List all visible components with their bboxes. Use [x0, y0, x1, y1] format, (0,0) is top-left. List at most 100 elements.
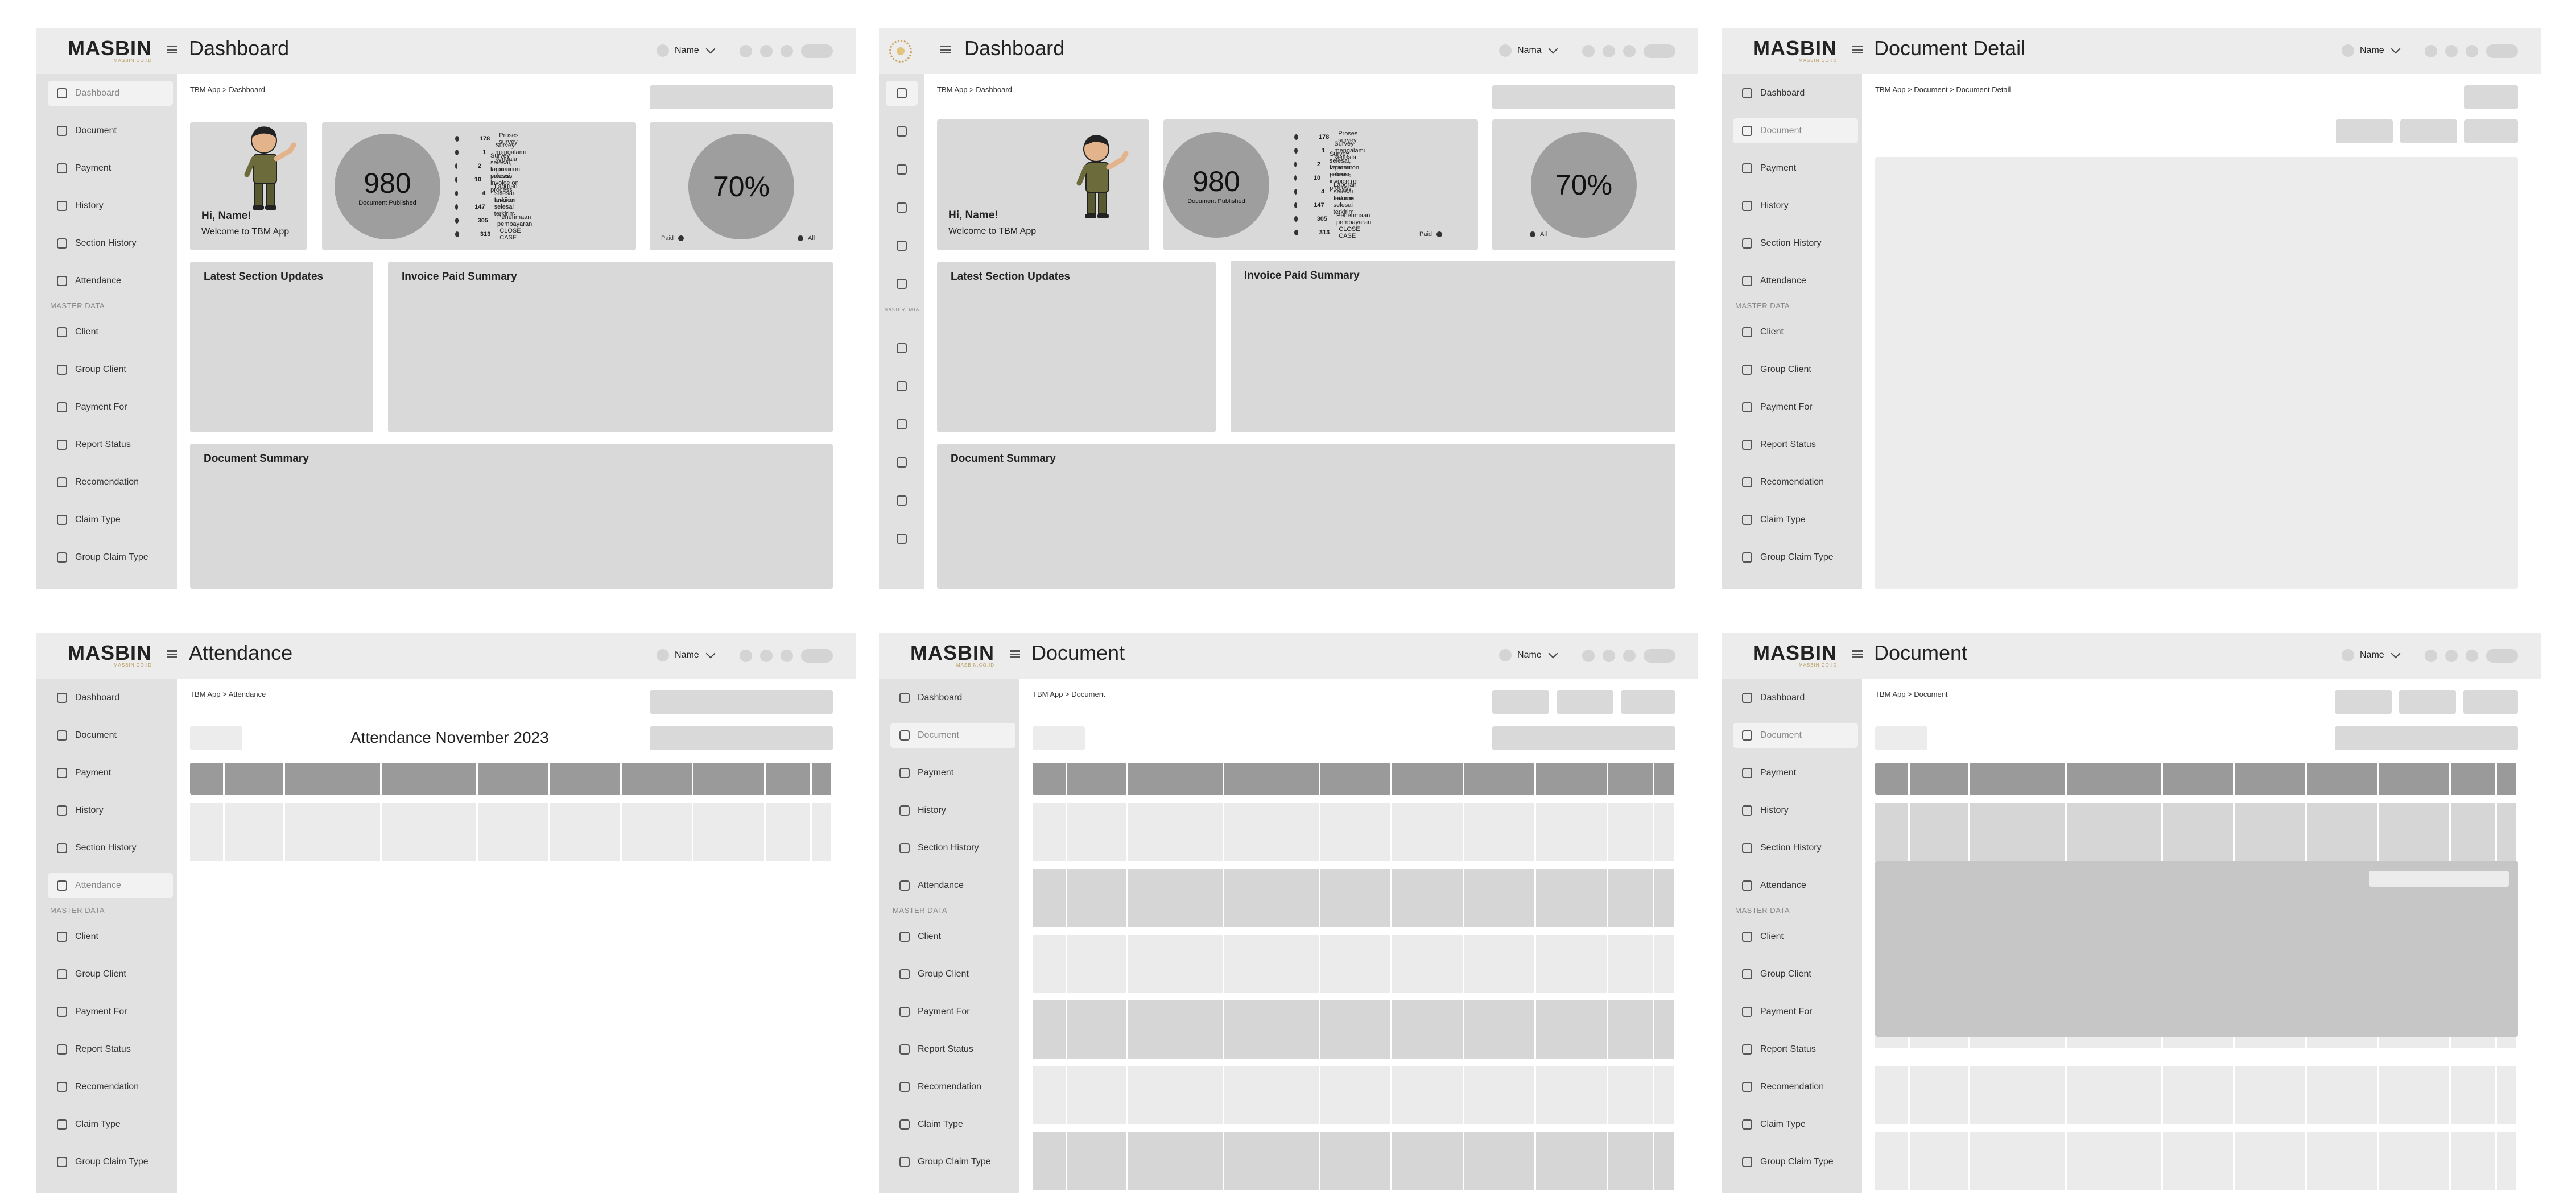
brand-logo[interactable]: MASBIN MASBIN.CO.ID	[68, 36, 152, 63]
sidebar-item-section-history[interactable]: Section History	[48, 231, 173, 256]
settings-icon[interactable]	[2466, 45, 2478, 57]
table-row[interactable]	[1875, 1132, 2518, 1190]
sidebar-item-claim-type[interactable]: Claim Type	[48, 1112, 173, 1137]
sidebar-item-report-status[interactable]: Report Status	[1733, 1037, 1858, 1062]
sidebar-item-document[interactable]	[886, 119, 918, 144]
sidebar-item-claim-type[interactable]: Claim Type	[1733, 1112, 1858, 1137]
sidebar-item-history[interactable]: History	[890, 798, 1015, 823]
sidebar-item-group-client[interactable]: Group Client	[48, 357, 173, 382]
sidebar-item-section-history[interactable]	[886, 233, 918, 258]
sidebar-item-payment[interactable]: Payment	[48, 760, 173, 785]
message-icon[interactable]	[760, 650, 773, 662]
action-button[interactable]	[2399, 690, 2456, 714]
brand-logo[interactable]: MASBIN MASBIN.CO.ID	[1753, 36, 1837, 63]
table-row[interactable]	[1875, 803, 2518, 861]
sidebar-item-group-claim-type[interactable]: Group Claim Type	[48, 1150, 173, 1175]
sidebar-item-payment-for[interactable]: Payment For	[1733, 395, 1858, 420]
table-row[interactable]	[1033, 935, 1675, 993]
sidebar-item-recomendation[interactable]	[886, 488, 918, 513]
sidebar-item-group-client[interactable]	[886, 374, 918, 399]
sidebar-item-payment-for[interactable]: Payment For	[890, 999, 1015, 1024]
action-button[interactable]	[1621, 690, 1675, 714]
action-button[interactable]	[2336, 119, 2393, 143]
sidebar-item-group-claim-type[interactable]: Group Claim Type	[1733, 1150, 1858, 1175]
month-selector[interactable]	[650, 726, 833, 750]
sidebar-item-payment[interactable]: Payment	[1733, 156, 1858, 181]
notification-icon[interactable]	[2425, 650, 2437, 662]
settings-icon[interactable]	[781, 45, 793, 57]
sidebar-item-payment-for[interactable]: Payment For	[48, 395, 173, 420]
settings-icon[interactable]	[781, 650, 793, 662]
notification-icon[interactable]	[1582, 650, 1595, 662]
table-row[interactable]	[1875, 1066, 2518, 1124]
sidebar-item-dashboard[interactable]: Dashboard	[48, 685, 173, 710]
settings-icon[interactable]	[2466, 650, 2478, 662]
sidebar-item-history[interactable]	[886, 195, 918, 220]
sidebar-item-group-client[interactable]: Group Client	[890, 962, 1015, 987]
user-menu[interactable]: Name	[657, 44, 716, 57]
sidebar-item-attendance[interactable]: Attendance	[1733, 873, 1858, 898]
header-action-button[interactable]	[1644, 649, 1675, 663]
sidebar-item-dashboard[interactable]	[886, 81, 918, 106]
sidebar-item-report-status[interactable]: Report Status	[890, 1037, 1015, 1062]
sidebar-item-document[interactable]: Document	[890, 723, 1015, 748]
sidebar-item-payment[interactable]	[886, 157, 918, 182]
sidebar-item-group-client[interactable]: Group Client	[1733, 962, 1858, 987]
sidebar-item-group-claim-type[interactable]: Group Claim Type	[1733, 545, 1858, 570]
brand-logo[interactable]: MASBIN MASBIN.CO.ID	[910, 641, 994, 668]
user-menu[interactable]: Name	[2342, 648, 2401, 661]
brand-mark-icon[interactable]	[889, 40, 912, 63]
menu-toggle-icon[interactable]	[1010, 650, 1020, 658]
sidebar-item-recomendation[interactable]: Recomendation	[48, 1074, 173, 1099]
sidebar-item-attendance[interactable]: Attendance	[48, 268, 173, 293]
notification-icon[interactable]	[1582, 45, 1595, 57]
sidebar-item-section-history[interactable]: Section History	[890, 836, 1015, 861]
sidebar-item-document[interactable]: Document	[48, 723, 173, 748]
header-action-button[interactable]	[801, 44, 833, 58]
action-button[interactable]	[2400, 119, 2457, 143]
sidebar-item-claim-type[interactable]: Claim Type	[890, 1112, 1015, 1137]
sidebar-item-report-status[interactable]: Report Status	[1733, 432, 1858, 457]
sidebar-item-history[interactable]: History	[1733, 798, 1858, 823]
table-row[interactable]	[1033, 869, 1675, 927]
menu-toggle-icon[interactable]	[167, 46, 177, 53]
sidebar-item-client[interactable]: Client	[1733, 924, 1858, 949]
sidebar-item-client[interactable]: Client	[1733, 320, 1858, 345]
sidebar-item-report-status[interactable]: Report Status	[48, 1037, 173, 1062]
menu-toggle-icon[interactable]	[1852, 46, 1863, 53]
notification-icon[interactable]	[740, 650, 752, 662]
brand-logo[interactable]: MASBIN MASBIN.CO.ID	[1753, 641, 1837, 668]
filter-button[interactable]	[1033, 726, 1085, 750]
sidebar-item-dashboard[interactable]: Dashboard	[1733, 81, 1858, 106]
table-row[interactable]	[1033, 803, 1675, 861]
search-field[interactable]	[650, 690, 833, 714]
header-action-button[interactable]	[801, 649, 833, 663]
sidebar-item-attendance[interactable]	[886, 271, 918, 296]
expanded-panel-button[interactable]	[2369, 871, 2509, 887]
sidebar-item-document[interactable]: Document	[1733, 118, 1858, 143]
message-icon[interactable]	[760, 45, 773, 57]
sidebar-item-section-history[interactable]: Section History	[1733, 836, 1858, 861]
sidebar-item-group-client[interactable]: Group Client	[1733, 357, 1858, 382]
menu-toggle-icon[interactable]	[940, 46, 951, 53]
sidebar-item-attendance[interactable]: Attendance	[1733, 268, 1858, 293]
sidebar-item-recomendation[interactable]: Recomendation	[48, 470, 173, 495]
user-menu[interactable]: Name	[2342, 44, 2401, 57]
sidebar-item-dashboard[interactable]: Dashboard	[890, 685, 1015, 710]
sidebar-item-group-claim-type[interactable]: Group Claim Type	[48, 545, 173, 570]
search-field[interactable]	[1492, 726, 1675, 750]
sidebar-item-section-history[interactable]: Section History	[1733, 231, 1858, 256]
sidebar-item-history[interactable]: History	[48, 193, 173, 218]
sidebar-item-history[interactable]: History	[48, 798, 173, 823]
sidebar-item-attendance[interactable]: Attendance	[48, 873, 173, 898]
sidebar-item-section-history[interactable]: Section History	[48, 836, 173, 861]
action-button[interactable]	[2463, 690, 2518, 714]
sidebar-item-attendance[interactable]: Attendance	[890, 873, 1015, 898]
sidebar-item-report-status[interactable]: Report Status	[48, 432, 173, 457]
search-field[interactable]	[650, 85, 833, 109]
sidebar-item-claim-type[interactable]	[886, 526, 918, 551]
sidebar-item-claim-type[interactable]: Claim Type	[1733, 507, 1858, 532]
message-icon[interactable]	[1603, 45, 1615, 57]
sidebar-item-payment[interactable]: Payment	[890, 760, 1015, 785]
action-button[interactable]	[1557, 690, 1613, 714]
